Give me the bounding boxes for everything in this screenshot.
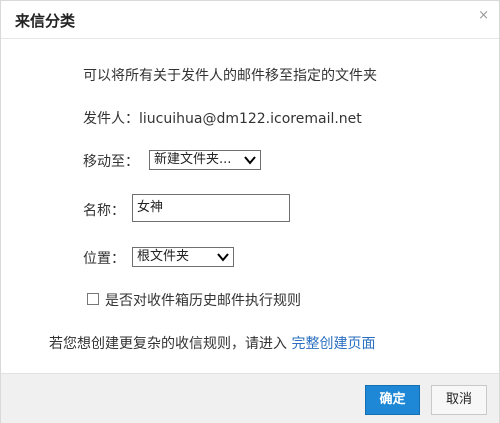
location-selected-value: 根文件夹	[137, 249, 190, 264]
move-to-select[interactable]: 新建文件夹...	[149, 150, 261, 170]
full-create-page-link[interactable]: 完整创建页面	[291, 336, 375, 352]
sender-email: liucuihua@dm122.icoremail.net	[139, 111, 362, 127]
sender-row: 发件人：liucuihua@dm122.icoremail.net	[83, 108, 362, 128]
cancel-button[interactable]: 取消	[431, 385, 487, 415]
advanced-rule-row: 若您想创建更复杂的收信规则，请进入 完整创建页面	[49, 333, 375, 353]
advanced-rule-text: 若您想创建更复杂的收信规则，请进入	[49, 336, 287, 352]
location-label: 位置：	[83, 251, 125, 267]
dialog-footer: 确定 取消	[1, 373, 499, 423]
description-text: 可以将所有关于发件人的邮件移至指定的文件夹	[83, 68, 377, 84]
dialog-title: 来信分类	[15, 12, 76, 30]
sender-label: 发件人：	[83, 111, 139, 127]
mail-classification-dialog: 来信分类 × 可以将所有关于发件人的邮件移至指定的文件夹 发件人：liucuih…	[0, 0, 500, 423]
name-input[interactable]: 女神	[132, 194, 290, 222]
history-rule-label: 是否对收件箱历史邮件执行规则	[105, 293, 301, 309]
dialog-titlebar: 来信分类 ×	[1, 1, 499, 39]
confirm-button[interactable]: 确定	[365, 385, 420, 415]
location-select[interactable]: 根文件夹	[132, 247, 234, 267]
close-icon[interactable]: ×	[478, 8, 489, 23]
move-to-selected-value: 新建文件夹...	[154, 152, 232, 167]
name-label: 名称：	[83, 203, 125, 219]
history-rule-checkbox[interactable]	[87, 293, 99, 305]
move-to-label: 移动至：	[83, 154, 139, 170]
